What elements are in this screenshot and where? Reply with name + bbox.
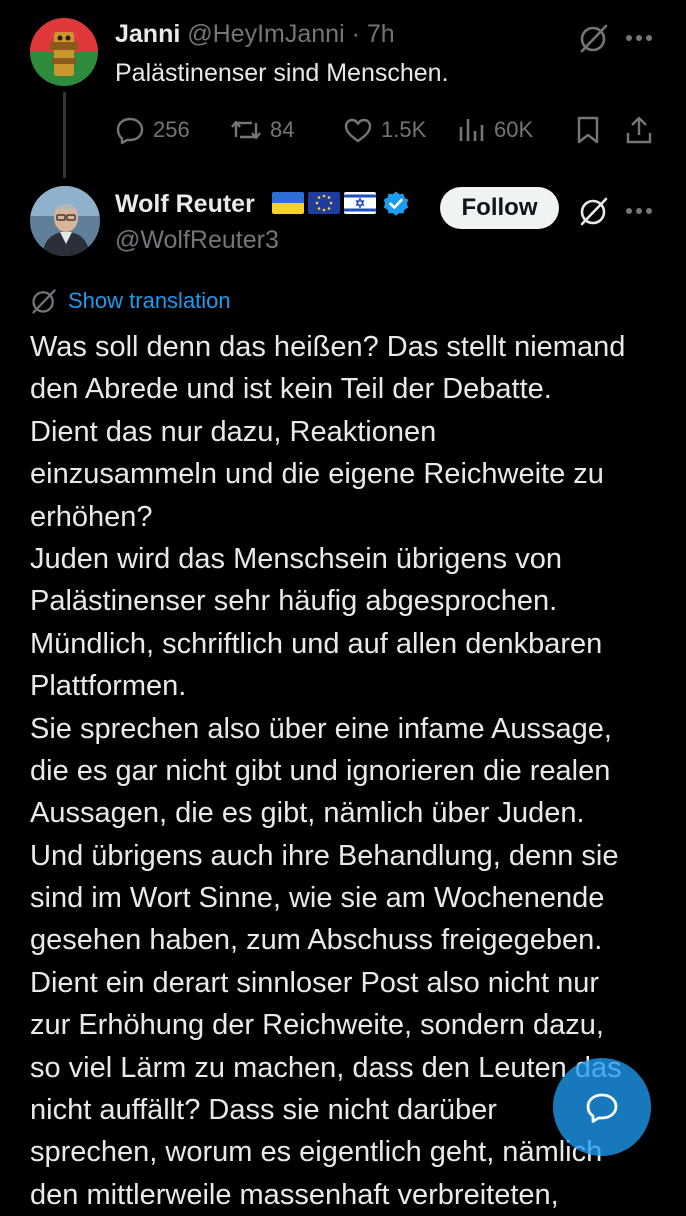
- reply-icon: [116, 117, 144, 145]
- bookmark-icon: [577, 116, 599, 144]
- share-icon: [626, 116, 652, 144]
- like-count: 1.5K: [381, 117, 427, 142]
- tweet-body-line: zur Erhöhung der Reichweite, sondern daz…: [30, 1009, 604, 1042]
- tweet-body-line: Und übrigens auch ihre Behandlung, denn …: [30, 839, 619, 872]
- author-handle[interactable]: @HeyImJanni: [187, 20, 344, 48]
- views-icon: [459, 119, 484, 141]
- compose-reply-button[interactable]: [553, 1058, 651, 1156]
- like-button[interactable]: 1.5K: [343, 112, 426, 148]
- more-icon[interactable]: [624, 30, 654, 41]
- view-count: 60K: [494, 117, 534, 142]
- avatar[interactable]: [30, 18, 98, 86]
- grok-icon: [32, 289, 56, 314]
- separator-dot: ·: [351, 20, 360, 48]
- avatar-image: [30, 18, 98, 86]
- tweet-body-line: den mittlerweile massenhaft verbreiteten…: [30, 1178, 559, 1211]
- thread-connector-line: [63, 92, 66, 178]
- tweet-actions: 256 84 1.5K 60K: [115, 112, 660, 148]
- tweet-body-line: Dient das nur dazu, Reaktionen: [30, 415, 437, 448]
- timestamp[interactable]: 7h: [367, 20, 395, 48]
- profile-flags: [272, 192, 376, 214]
- repost-count: 84: [270, 117, 295, 142]
- tweet-body-line: sind im Wort Sinne, wie sie am Wochenend…: [30, 882, 605, 915]
- author-name[interactable]: Wolf Reuter: [115, 186, 255, 222]
- share-button[interactable]: [625, 112, 653, 148]
- tweet-body-line: Juden wird das Menschsein übrigens von: [30, 542, 562, 575]
- grok-icon[interactable]: [578, 22, 610, 54]
- avatar-image: [30, 186, 100, 256]
- tweet-body-line: Dient ein derart sinnloser Post also nic…: [30, 966, 600, 999]
- like-icon: [344, 118, 372, 143]
- tweet-body-line: die es gar nicht gibt und ignorieren die…: [30, 754, 611, 787]
- tweet-body-line: gesehen haben, zum Abschuss freigegeben.: [30, 924, 603, 957]
- parent-tweet[interactable]: Janni @HeyImJanni · 7h Palästinenser sin…: [0, 0, 686, 180]
- follow-button[interactable]: Follow: [440, 187, 559, 229]
- ukraine-flag-icon: [272, 192, 304, 214]
- tweet-body-line: Sie sprechen also über eine infame Aussa…: [30, 712, 612, 745]
- verified-badge-icon[interactable]: [382, 190, 410, 218]
- tweet-header: Janni @HeyImJanni · 7h: [115, 18, 395, 50]
- tweet-body-line: Aussagen, die es gibt, nämlich über Jude…: [30, 797, 585, 830]
- show-translation-link[interactable]: Show translation: [30, 287, 231, 315]
- tweet-body-line: einzusammeln und die eigene Reichweite z…: [30, 458, 604, 491]
- tweet-text: Palästinenser sind Menschen.: [115, 59, 449, 87]
- tweet-body-line: den Abrede und ist kein Teil der Debatte…: [30, 373, 552, 406]
- grok-icon[interactable]: [578, 195, 610, 227]
- eu-flag-icon: [308, 192, 340, 214]
- show-translation-label: Show translation: [68, 288, 231, 313]
- author-name[interactable]: Janni: [115, 20, 180, 48]
- reply-button[interactable]: 256: [115, 112, 190, 148]
- tweet-body-line: Plattformen.: [30, 670, 187, 703]
- repost-icon: [231, 120, 261, 140]
- repost-button[interactable]: 84: [230, 112, 294, 148]
- more-icon[interactable]: [624, 203, 654, 214]
- views-button[interactable]: 60K: [458, 112, 533, 148]
- israel-flag-icon: [344, 192, 376, 214]
- compose-reply-icon: [586, 1093, 618, 1123]
- tweet-body-line: erhöhen?: [30, 500, 153, 533]
- avatar[interactable]: [30, 186, 100, 256]
- author-handle[interactable]: @WolfReuter3: [115, 224, 279, 256]
- bookmark-button[interactable]: [575, 112, 601, 148]
- reply-count: 256: [153, 117, 190, 142]
- tweet-body-line: Mündlich, schriftlich und auf allen denk…: [30, 627, 603, 660]
- tweet-body-line: Was soll denn das heißen? Das stellt nie…: [30, 331, 626, 363]
- tweet-body-line: Palästinenser sehr häufig abgesprochen.: [30, 585, 558, 618]
